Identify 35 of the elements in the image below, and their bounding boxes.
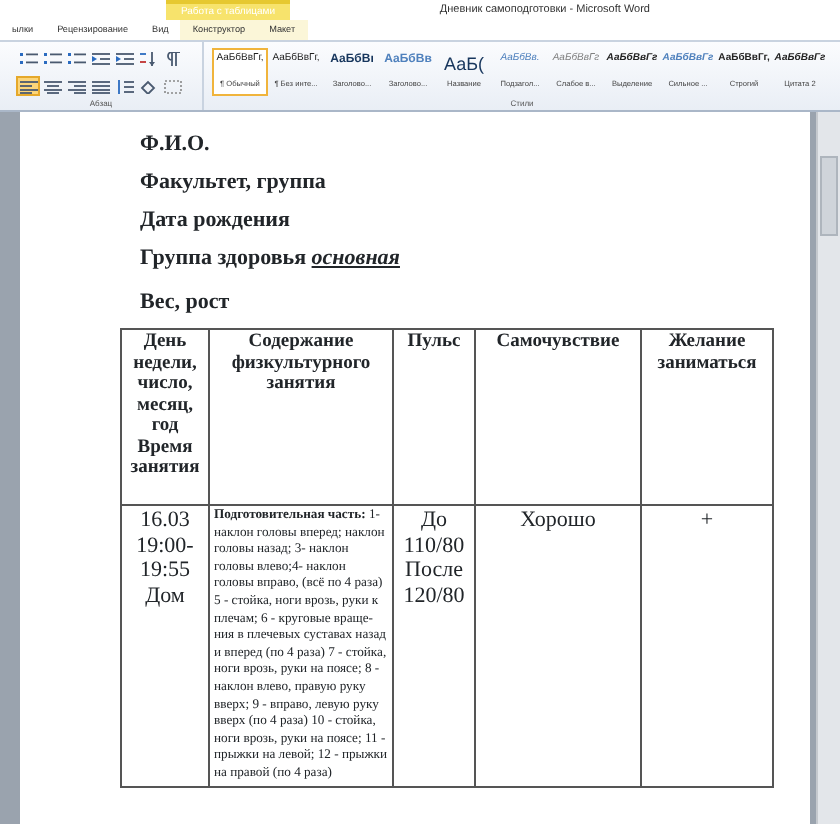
align-center-button[interactable] [40, 76, 64, 96]
outdent-icon [91, 51, 109, 65]
column-header: День недели, число, месяц, год Время занятия [121, 329, 209, 505]
borders-icon [163, 79, 181, 93]
field-label: Группа здоровья [140, 246, 307, 270]
column-header: Пульс [393, 329, 475, 505]
field-value: основная [311, 246, 400, 270]
pilcrow-icon [163, 51, 181, 65]
field-label: Факультет, группа [140, 170, 328, 196]
bullets-button[interactable] [16, 48, 40, 68]
justify-button[interactable] [88, 76, 112, 96]
align-left-icon [19, 79, 37, 93]
column-header: Самочувствие [475, 329, 641, 505]
bullets-icon [19, 51, 37, 65]
table-cell: 16.03 19:00-19:55 Дом [121, 505, 209, 786]
outdent-button[interactable] [88, 48, 112, 68]
justify-icon [91, 79, 109, 93]
indent-icon [115, 51, 133, 65]
field-label: Дата рождения [140, 208, 292, 234]
table-cell: До 110/80 После 120/80 [393, 505, 475, 786]
field-label: Вес, рост [140, 290, 232, 316]
field-label: Ф.И.О. [140, 132, 212, 158]
table-cell: Хорошо [475, 505, 641, 786]
align-center-icon [43, 79, 61, 93]
indent-button[interactable] [112, 48, 136, 68]
align-left-button[interactable] [16, 76, 40, 96]
align-right-button[interactable] [64, 76, 88, 96]
column-header: Содержание физкультурного занятия [209, 329, 393, 505]
sort-button[interactable] [136, 48, 160, 68]
column-header: Желание заниматься [641, 329, 773, 505]
sort-icon [139, 51, 157, 65]
align-right-icon [67, 79, 85, 93]
line-spacing-icon [115, 79, 133, 93]
line-spacing-button[interactable] [112, 76, 136, 96]
table-cell: + [641, 505, 773, 786]
